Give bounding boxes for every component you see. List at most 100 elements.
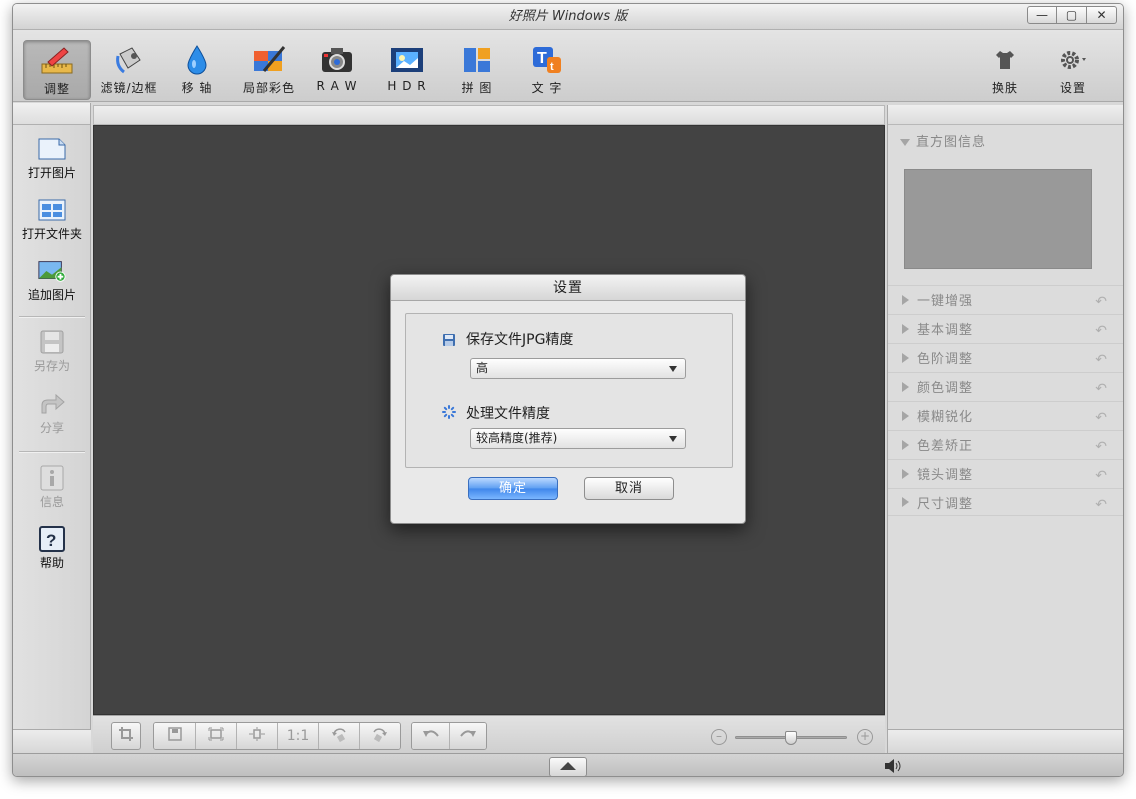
minimize-button[interactable]: —: [1027, 6, 1057, 24]
view-button-group: 1:1: [153, 722, 401, 750]
open-folder-button[interactable]: 打开文件夹: [13, 195, 91, 242]
reset-arrow-icon[interactable]: ↶: [1095, 323, 1108, 339]
section-color-adjust[interactable]: 颜色调整 ↶: [888, 372, 1123, 400]
status-bar: [13, 753, 1123, 776]
histogram-header[interactable]: 直方图信息: [900, 131, 986, 150]
maximize-button[interactable]: ▢: [1057, 6, 1087, 24]
section-auto-enhance[interactable]: 一键增强 ↶: [888, 285, 1123, 313]
zoom-slider[interactable]: [735, 731, 847, 745]
reset-arrow-icon[interactable]: ↶: [1095, 294, 1108, 310]
help-label: 帮助: [39, 556, 64, 570]
gear-icon: [1056, 44, 1090, 76]
tool-label: 拼 图: [461, 81, 493, 95]
section-label: 色阶调整: [917, 352, 974, 367]
rotate-right-button[interactable]: [359, 723, 400, 749]
tool-hdr[interactable]: H D R: [373, 40, 441, 100]
section-blur-sharpen[interactable]: 模糊锐化 ↶: [888, 401, 1123, 429]
camera-icon: [320, 44, 354, 76]
right-panel-footer: [888, 729, 1123, 753]
info-button[interactable]: 信息: [13, 463, 91, 510]
zoom-out-icon[interactable]: –: [711, 729, 727, 745]
settings-button[interactable]: 设置: [1039, 40, 1107, 100]
tool-tilt-shift[interactable]: 移 轴: [163, 40, 231, 100]
dropdown-arrow-icon: [669, 366, 677, 372]
reset-arrow-icon[interactable]: ↶: [1095, 352, 1108, 368]
tool-local-color[interactable]: 局部彩色: [235, 40, 303, 100]
save-view-button[interactable]: [154, 723, 195, 749]
section-basic-adjust[interactable]: 基本调整 ↶: [888, 314, 1123, 342]
actual-size-label: 1:1: [286, 728, 310, 744]
section-label: 一键增强: [917, 294, 974, 309]
color-brush-icon: [252, 44, 286, 76]
reset-arrow-icon[interactable]: ↶: [1095, 468, 1108, 484]
dropdown-arrow-icon: [669, 436, 677, 442]
section-lens-adjust[interactable]: 镜头调整 ↶: [888, 459, 1123, 487]
tool-text[interactable]: Tt 文 字: [513, 40, 581, 100]
section-size-adjust[interactable]: 尺寸调整 ↶: [888, 488, 1123, 516]
title-bar: 好照片 Windows 版 — ▢ ✕: [13, 4, 1123, 30]
save-as-button[interactable]: 另存为: [13, 327, 91, 374]
open-file-icon: [37, 134, 67, 164]
fit-screen-icon: [208, 727, 224, 745]
collapse-triangle-icon: [902, 410, 909, 421]
save-as-icon: [37, 327, 67, 357]
left-panel-header: [13, 103, 90, 125]
fit-screen-button[interactable]: [195, 723, 236, 749]
tool-collage[interactable]: 拼 图: [443, 40, 511, 100]
actual-size-button[interactable]: 1:1: [277, 723, 318, 749]
section-label: 颜色调整: [917, 381, 974, 396]
section-label: 模糊锐化: [917, 410, 974, 425]
zoom-in-icon[interactable]: +: [857, 729, 873, 745]
skin-button[interactable]: 换肤: [971, 40, 1039, 100]
ok-button[interactable]: 确定: [468, 477, 558, 500]
maximize-icon: ▢: [1065, 8, 1078, 22]
fit-width-icon: [248, 727, 266, 745]
tool-label: 调整: [43, 82, 70, 96]
open-folder-label: 打开文件夹: [21, 227, 82, 241]
histogram-view: [904, 169, 1092, 269]
tool-filter-frame[interactable]: 滤镜/边框: [95, 40, 163, 100]
svg-text:T: T: [537, 50, 548, 67]
reset-arrow-icon[interactable]: ↶: [1095, 410, 1108, 426]
info-label: 信息: [39, 495, 64, 509]
window-title: 好照片 Windows 版: [508, 9, 628, 24]
zoom-slider-thumb[interactable]: [785, 731, 797, 745]
jpg-quality-select[interactable]: 高: [470, 358, 686, 379]
tool-label: 文 字: [531, 81, 563, 95]
tool-label: 局部彩色: [242, 81, 295, 95]
toggle-panel-button[interactable]: [549, 757, 587, 776]
collage-icon: [460, 44, 494, 76]
fit-width-button[interactable]: [236, 723, 277, 749]
section-label: 色差矫正: [917, 439, 974, 454]
share-button[interactable]: 分享: [13, 389, 91, 436]
rotate-left-button[interactable]: [318, 723, 359, 749]
open-image-button[interactable]: 打开图片: [13, 134, 91, 181]
processing-precision-value: 较高精度(推荐): [476, 431, 558, 445]
help-button[interactable]: ? 帮助: [13, 524, 91, 571]
left-panel-footer: [13, 729, 91, 753]
undo-button[interactable]: [412, 723, 449, 749]
minimize-icon: —: [1036, 8, 1048, 22]
processing-precision-label: 处理文件精度: [466, 406, 550, 422]
left-panel: 打开图片 打开文件夹 追加图片 另存为 分享 信息 ? 帮助: [13, 103, 91, 753]
tool-adjust[interactable]: 调整: [23, 40, 91, 100]
reset-arrow-icon[interactable]: ↶: [1095, 439, 1108, 455]
section-levels[interactable]: 色阶调整 ↶: [888, 343, 1123, 371]
speaker-icon[interactable]: [883, 757, 903, 776]
section-chromatic-correction[interactable]: 色差矫正 ↶: [888, 430, 1123, 458]
disk-icon: [167, 727, 182, 745]
processing-precision-select[interactable]: 较高精度(推荐): [470, 428, 686, 449]
tool-label: 滤镜/边框: [100, 81, 158, 95]
redo-button[interactable]: [449, 723, 486, 749]
window-controls: — ▢ ✕: [1027, 6, 1117, 24]
tool-raw[interactable]: R A W: [303, 40, 371, 100]
reset-arrow-icon[interactable]: ↶: [1095, 381, 1108, 397]
floppy-disk-icon: [442, 333, 456, 347]
close-button[interactable]: ✕: [1087, 6, 1117, 24]
reset-arrow-icon[interactable]: ↶: [1095, 497, 1108, 513]
tool-label: H D R: [387, 79, 427, 93]
crop-button[interactable]: [111, 722, 141, 750]
add-image-button[interactable]: 追加图片: [13, 256, 91, 303]
settings-dialog: 设置 保存文件JPG精度 高 处理文件精度 较高精度(推荐) 确定 取消: [390, 274, 746, 524]
cancel-button[interactable]: 取消: [584, 477, 674, 500]
